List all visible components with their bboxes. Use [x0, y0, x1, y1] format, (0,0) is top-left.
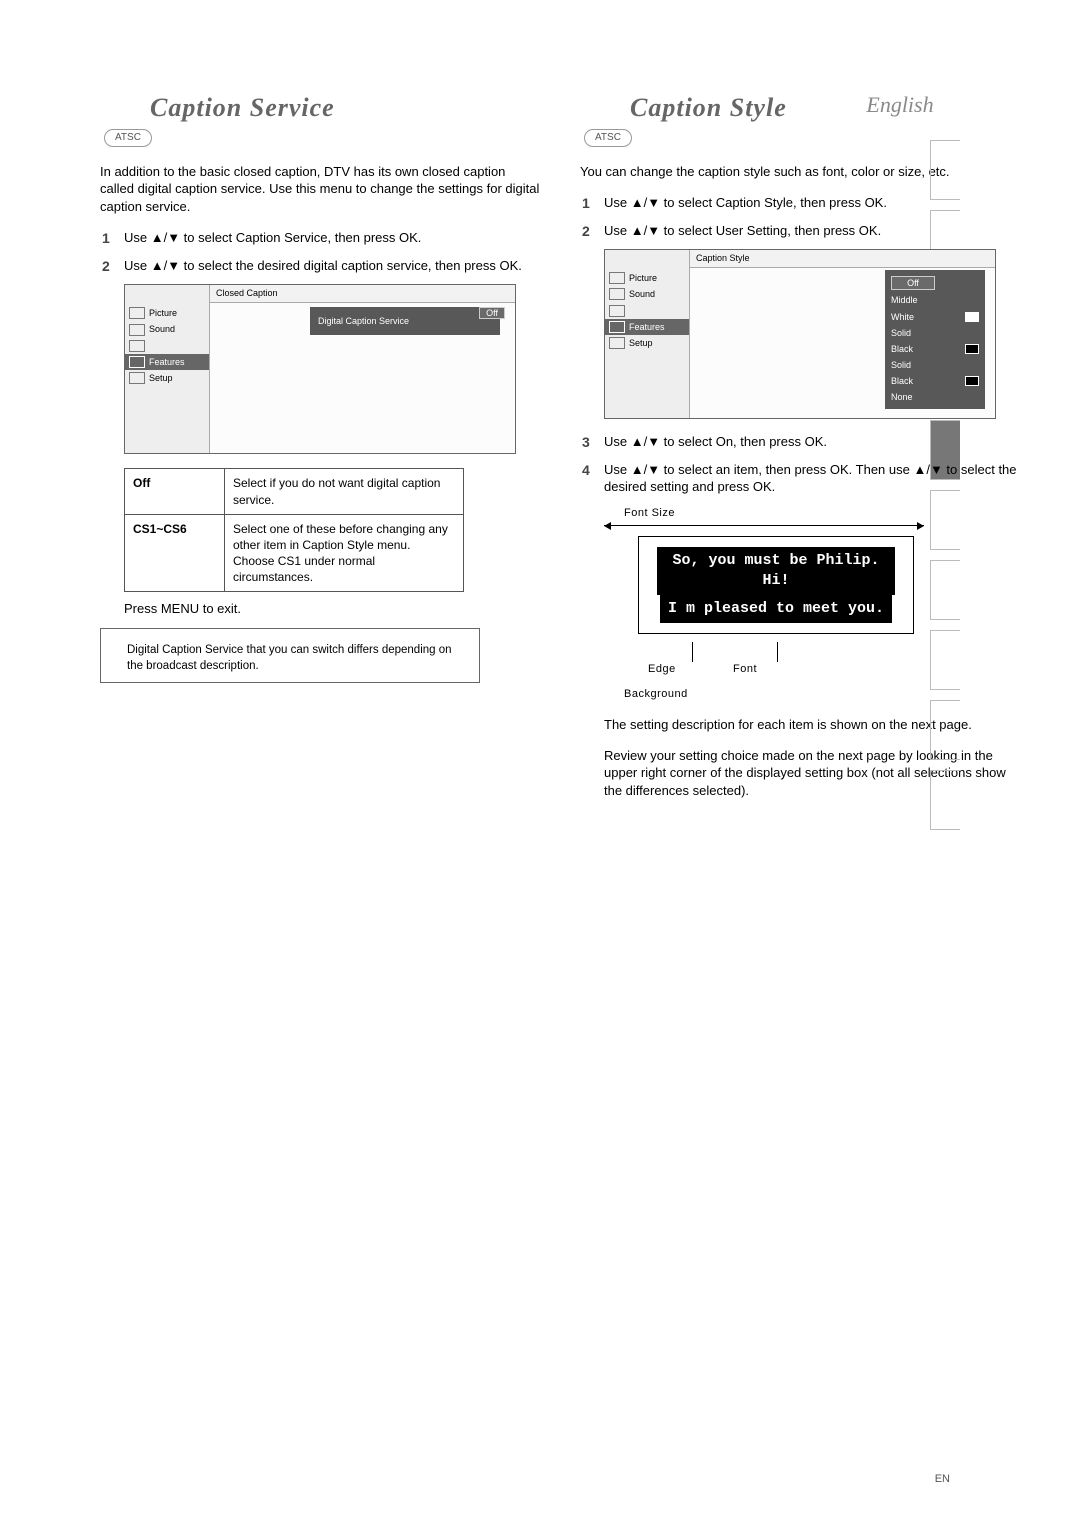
- step-2: Use ▲/▼ to select the desired digital ca…: [124, 257, 540, 275]
- atsc-badge: ATSC: [104, 129, 152, 147]
- opt-desc: Select one of these before changing any …: [225, 514, 464, 592]
- swatch-black: [965, 344, 979, 354]
- page-footer: EN: [935, 1472, 950, 1487]
- language-tab: English: [850, 90, 950, 120]
- val-user-setting: Off: [891, 276, 935, 290]
- step-1: Use ▲/▼ to select Caption Style, then pr…: [604, 194, 1020, 212]
- val-edge-type: None: [891, 391, 913, 403]
- swatch-black: [965, 376, 979, 386]
- side-tab: [930, 700, 960, 760]
- menu-icon-picture: Picture: [125, 305, 209, 321]
- label-background: Background: [624, 687, 924, 702]
- step-1: Use ▲/▼ to select Caption Service, then …: [124, 229, 540, 247]
- section-title: Caption Style: [630, 90, 1020, 125]
- swatch-white: [965, 312, 979, 322]
- val-font-size: Middle: [891, 294, 918, 306]
- menu-icon-setup: Setup: [125, 370, 209, 386]
- label-edge: Edge: [648, 662, 693, 677]
- menu-row-value: Off: [479, 307, 505, 319]
- note-box: Digital Caption Service that you can swi…: [100, 628, 480, 683]
- atsc-badge: ATSC: [584, 129, 632, 147]
- intro-text: In addition to the basic closed caption,…: [100, 163, 540, 216]
- opt-desc: Select if you do not want digital captio…: [225, 469, 464, 514]
- opt-name: CS1~CS6: [125, 514, 225, 592]
- menu-screenshot: Picture Sound Features Setup Closed Capt…: [124, 284, 516, 454]
- section-title: Caption Service: [150, 90, 540, 125]
- menu-icon-sound: Sound: [605, 286, 689, 302]
- opt-name: Off: [125, 469, 225, 514]
- step-2: Use ▲/▼ to select User Setting, then pre…: [604, 222, 1020, 240]
- val-bg-color: Black: [891, 343, 913, 355]
- note-text: Digital Caption Service that you can swi…: [127, 644, 452, 672]
- caption-sample-line2: I m pleased to meet you.: [660, 595, 892, 623]
- val-bg-opacity: Solid: [891, 359, 911, 371]
- val-edge-color: Black: [891, 375, 913, 387]
- menu-icon-picture: Picture: [605, 270, 689, 286]
- side-tab: [930, 770, 960, 830]
- options-table: Off Select if you do not want digital ca…: [124, 468, 464, 592]
- menu-icon-features: Features: [605, 319, 689, 335]
- side-tab: [930, 630, 960, 690]
- table-row: Off Select if you do not want digital ca…: [125, 469, 464, 514]
- menu-icon-blank: [125, 338, 209, 354]
- menu-icon-sound: Sound: [125, 321, 209, 337]
- val-font-color: White: [891, 311, 914, 323]
- step-4: Use ▲/▼ to select an item, then press OK…: [604, 461, 1020, 496]
- step-3: Use ▲/▼ to select On, then press OK.: [604, 433, 1020, 451]
- caption-sample-frame: So, you must be Philip. Hi! I m pleased …: [638, 536, 914, 635]
- side-tab: [930, 140, 960, 200]
- caption-style-diagram: Font Size So, you must be Philip. Hi! I …: [604, 506, 924, 702]
- press-exit: Press MENU to exit.: [124, 600, 540, 618]
- arrow-font-size: [604, 525, 924, 526]
- label-font-size: Font Size: [624, 506, 924, 521]
- side-tab: [930, 490, 960, 550]
- val-font-opacity: Solid: [891, 327, 911, 339]
- table-row: CS1~CS6 Select one of these before chang…: [125, 514, 464, 592]
- menu-icon-blank: [605, 303, 689, 319]
- label-font: Font: [733, 662, 778, 677]
- section-caption-service: Caption Service ATSC In addition to the …: [100, 90, 540, 812]
- menu-icon-features: Features: [125, 354, 209, 370]
- side-tab: [930, 560, 960, 620]
- menu-icon-setup: Setup: [605, 335, 689, 351]
- menu-screenshot: Picture Sound Features Setup Caption Sty…: [604, 249, 996, 419]
- caption-sample-line1: So, you must be Philip. Hi!: [657, 547, 895, 596]
- menu-row-label: Digital Caption Service: [318, 315, 409, 327]
